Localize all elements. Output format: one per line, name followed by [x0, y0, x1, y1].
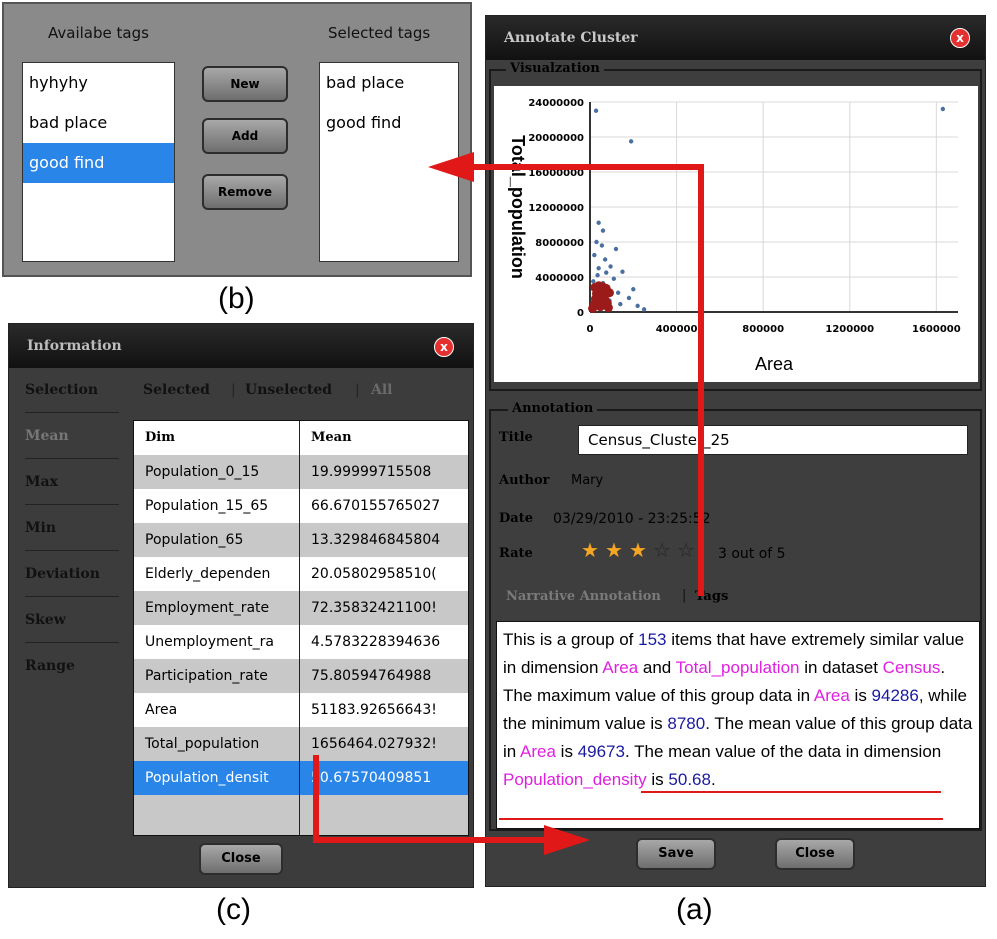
- annotation-arrows: [313, 152, 704, 855]
- density-arrow-line: [313, 755, 548, 843]
- arrowhead-left: [428, 152, 474, 182]
- arrowhead-right: [544, 825, 590, 855]
- tags-arrow-line: [470, 164, 704, 596]
